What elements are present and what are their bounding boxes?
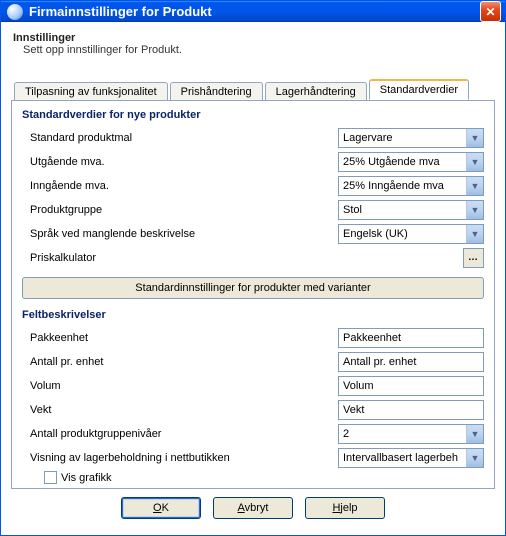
select-template-value: Lagervare (343, 132, 393, 144)
help-button-rest: jelp (340, 502, 357, 514)
row-pricecalc: Priskalkulator … (22, 247, 484, 268)
select-in-vat-value: 25% Inngående mva (343, 180, 444, 192)
pricecalc-ellipsis-button[interactable]: … (463, 248, 484, 268)
input-weight[interactable] (338, 400, 484, 420)
section2-title: Feltbeskrivelser (22, 309, 484, 321)
row-in-vat: Inngående mva. 25% Inngående mva ▼ (22, 175, 484, 196)
chevron-down-icon: ▼ (466, 201, 483, 219)
label-per-unit: Antall pr. enhet (22, 356, 338, 368)
tabpanel-standardverdier: Standardverdier for nye produkter Standa… (11, 100, 495, 489)
select-levels-value: 2 (343, 428, 349, 440)
select-group-value: Stol (343, 204, 362, 216)
cancel-button[interactable]: Avbryt (213, 497, 293, 519)
tab-standardverdier[interactable]: Standardverdier (369, 79, 469, 100)
dialog-window: Firmainnstillinger for Produkt ✕ Innstil… (0, 0, 506, 536)
select-levels[interactable]: 2 ▼ (338, 424, 484, 444)
checkbox-box-icon (44, 471, 57, 484)
label-pricecalc: Priskalkulator (22, 252, 338, 264)
ok-button-underline: O (153, 502, 162, 514)
row-volume: Volum (22, 375, 484, 396)
section1-title: Standardverdier for nye produkter (22, 109, 484, 121)
label-lang: Språk ved manglende beskrivelse (22, 228, 338, 240)
select-lang[interactable]: Engelsk (UK) ▼ (338, 224, 484, 244)
row-levels: Antall produktgruppenivåer 2 ▼ (22, 423, 484, 444)
row-group: Produktgruppe Stol ▼ (22, 199, 484, 220)
ok-button[interactable]: OK (121, 497, 201, 519)
header-title: Innstillinger (13, 32, 493, 44)
app-icon (7, 4, 23, 20)
header-subtitle: Sett opp innstillinger for Produkt. (13, 44, 493, 56)
select-group[interactable]: Stol ▼ (338, 200, 484, 220)
label-pack-unit: Pakkeenhet (22, 332, 338, 344)
row-stockview: Visning av lagerbeholdning i nettbutikke… (22, 447, 484, 468)
close-button[interactable]: ✕ (480, 1, 501, 22)
row-per-unit: Antall pr. enhet (22, 351, 484, 372)
select-lang-value: Engelsk (UK) (343, 228, 408, 240)
select-template[interactable]: Lagervare ▼ (338, 128, 484, 148)
chevron-down-icon: ▼ (466, 153, 483, 171)
chevron-down-icon: ▼ (466, 425, 483, 443)
ok-button-rest: K (162, 502, 169, 514)
help-button[interactable]: Hjelp (305, 497, 385, 519)
dialog-footer: OK Avbryt Hjelp (11, 489, 495, 529)
row-template: Standard produktmal Lagervare ▼ (22, 127, 484, 148)
tab-prishandtering[interactable]: Prishåndtering (170, 82, 263, 101)
content-area: Innstillinger Sett opp innstillinger for… (1, 22, 505, 535)
tab-tilpasning[interactable]: Tilpasning av funksjonalitet (14, 82, 168, 101)
tab-lagerhandtering[interactable]: Lagerhåndtering (265, 82, 367, 101)
window-title: Firmainnstillinger for Produkt (29, 4, 480, 19)
row-lang: Språk ved manglende beskrivelse Engelsk … (22, 223, 484, 244)
label-weight: Vekt (22, 404, 338, 416)
chevron-down-icon: ▼ (466, 449, 483, 467)
select-out-vat-value: 25% Utgående mva (343, 156, 440, 168)
label-group: Produktgruppe (22, 204, 338, 216)
select-out-vat[interactable]: 25% Utgående mva ▼ (338, 152, 484, 172)
label-stockview: Visning av lagerbeholdning i nettbutikke… (22, 452, 338, 464)
chevron-down-icon: ▼ (466, 177, 483, 195)
chevron-down-icon: ▼ (466, 225, 483, 243)
select-stockview-value: Intervallbasert lagerbeholdnin (343, 452, 458, 464)
input-per-unit[interactable] (338, 352, 484, 372)
label-in-vat: Inngående mva. (22, 180, 338, 192)
variant-defaults-button[interactable]: Standardinnstillinger for produkter med … (22, 277, 484, 299)
input-volume[interactable] (338, 376, 484, 396)
chevron-down-icon: ▼ (466, 129, 483, 147)
close-icon: ✕ (485, 5, 495, 19)
select-stockview[interactable]: Intervallbasert lagerbeholdnin ▼ (338, 448, 484, 468)
ellipsis-icon: … (468, 252, 479, 263)
cancel-button-underline: A (238, 502, 245, 514)
row-pack-unit: Pakkeenhet (22, 327, 484, 348)
titlebar: Firmainnstillinger for Produkt ✕ (1, 1, 505, 22)
label-template: Standard produktmal (22, 132, 338, 144)
label-levels: Antall produktgruppenivåer (22, 428, 338, 440)
checkbox-show-graphics[interactable]: Vis grafikk (22, 471, 484, 484)
checkbox-label: Vis grafikk (61, 472, 112, 484)
row-weight: Vekt (22, 399, 484, 420)
row-out-vat: Utgående mva. 25% Utgående mva ▼ (22, 151, 484, 172)
header-block: Innstillinger Sett opp innstillinger for… (11, 28, 495, 66)
label-out-vat: Utgående mva. (22, 156, 338, 168)
tabstrip: Tilpasning av funksjonalitet Prishåndter… (11, 78, 495, 100)
select-in-vat[interactable]: 25% Inngående mva ▼ (338, 176, 484, 196)
input-pack-unit[interactable] (338, 328, 484, 348)
cancel-button-rest: vbryt (245, 502, 269, 514)
label-volume: Volum (22, 380, 338, 392)
